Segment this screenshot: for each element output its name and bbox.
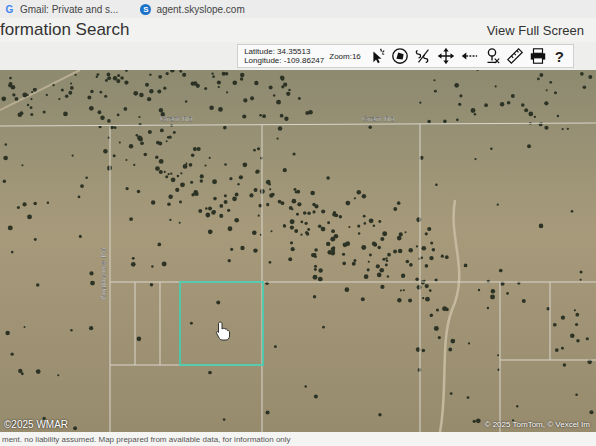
polygon-select-icon[interactable] xyxy=(391,47,409,65)
road-label: Bunkhouse Rd xyxy=(99,248,108,300)
identify-clear-icon[interactable] xyxy=(483,47,501,65)
bookmark-icon: G xyxy=(4,4,15,15)
measure-icon[interactable] xyxy=(414,47,432,65)
imagery-ground xyxy=(0,70,596,432)
full-screen-button[interactable]: View Full Screen xyxy=(487,23,584,38)
print-icon[interactable] xyxy=(529,47,547,65)
back-arrow-icon[interactable] xyxy=(460,47,478,65)
bookmark[interactable]: G Gmail: Private and s... xyxy=(4,4,118,15)
page-title: formation Search xyxy=(0,20,129,40)
latitude: Latitude: 34.35513 xyxy=(244,47,324,56)
bookmark-label: agent.skyslope.com xyxy=(156,4,244,15)
parcel-lines xyxy=(0,123,596,432)
selected-parcel[interactable] xyxy=(180,282,263,365)
coordinates: Latitude: 34.35513 Longitude: -109.86247 xyxy=(244,47,324,65)
road-label: Grant Rd xyxy=(160,114,192,123)
help-button[interactable]: ? xyxy=(552,48,567,65)
screen: G Gmail: Private and s... S agent.skyslop… xyxy=(0,0,596,446)
page-header: formation Search View Full Screen xyxy=(0,18,596,42)
longitude: Longitude: -109.86247 xyxy=(244,56,324,65)
pan-arrows-icon[interactable] xyxy=(437,47,455,65)
bookmark-icon: S xyxy=(140,4,151,15)
watermark: ©2025 WMAR xyxy=(4,419,68,430)
bookmark[interactable]: S agent.skyslope.com xyxy=(140,4,244,15)
bookmark-label: Gmail: Private and s... xyxy=(20,4,118,15)
hand-cursor-icon xyxy=(216,322,229,340)
toolbar-row: Latitude: 34.35513 Longitude: -109.86247… xyxy=(0,42,596,70)
satellite-map[interactable]: Grant Rd Grant Rd Bunkhouse Rd xyxy=(0,70,596,432)
map-toolbar: Latitude: 34.35513 Longitude: -109.86247… xyxy=(237,44,574,68)
map[interactable]: Grant RdGrant RdBunkhouse Rd ©2025 WMAR … xyxy=(0,70,596,432)
disclaimer: ment. no liability assumed. Map prepared… xyxy=(2,435,291,444)
disclaimer-bar: ment. no liability assumed. Map prepared… xyxy=(0,432,596,446)
zoom-level: Zoom:16 xyxy=(329,52,361,61)
bookmarks-bar: G Gmail: Private and s... S agent.skyslop… xyxy=(0,0,596,18)
select-cursor-icon[interactable] xyxy=(368,47,386,65)
dirt-track xyxy=(0,70,80,110)
road-label: Grant Rd xyxy=(362,114,394,123)
wash xyxy=(440,200,459,432)
map-attribution: © 2025 TomTom, © Vexcel Im xyxy=(485,420,590,429)
ruler-icon[interactable] xyxy=(506,47,524,65)
